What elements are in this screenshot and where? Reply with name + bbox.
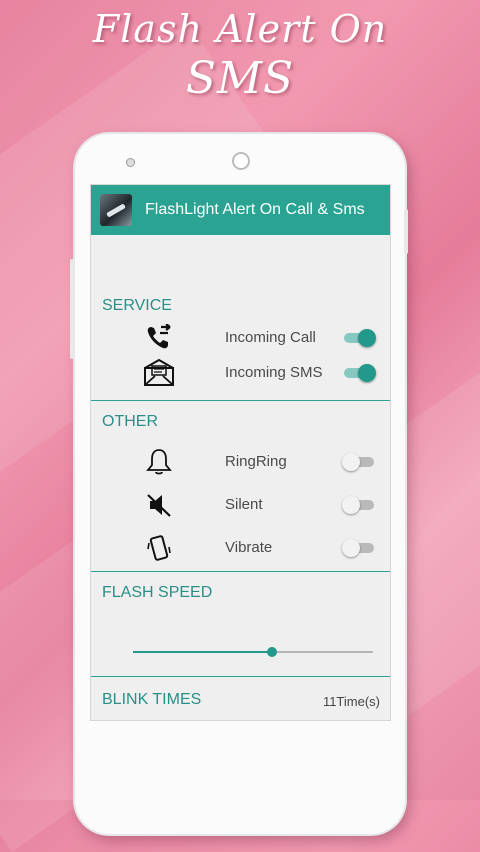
setting-label: Vibrate <box>225 539 273 556</box>
muted-speaker-icon <box>143 490 175 520</box>
section-header-service: SERVICE <box>102 297 172 314</box>
setting-row-ringring[interactable]: RingRing <box>91 445 390 479</box>
app-title: FlashLight Alert On Call & Sms <box>145 201 365 218</box>
ringring-toggle[interactable] <box>342 453 376 471</box>
phone-side-button <box>404 209 408 254</box>
setting-row-silent[interactable]: Silent <box>91 488 390 522</box>
setting-label: Silent <box>225 496 263 513</box>
app-logo-icon <box>100 194 132 226</box>
section-header-other: OTHER <box>102 413 158 430</box>
silent-toggle[interactable] <box>342 496 376 514</box>
toggle-thumb <box>358 364 376 382</box>
section-divider <box>91 676 390 677</box>
flash-speed-slider[interactable] <box>133 647 373 657</box>
setting-row-incoming-sms[interactable]: Incoming SMS <box>91 356 390 390</box>
bell-icon <box>143 447 175 477</box>
app-screen: FlashLight Alert On Call & Sms SERVICE I… <box>90 184 391 721</box>
toggle-thumb <box>342 496 360 514</box>
slider-thumb[interactable] <box>267 647 278 657</box>
setting-label: Incoming SMS <box>225 364 323 381</box>
setting-label: RingRing <box>225 453 287 470</box>
toggle-thumb <box>342 539 360 557</box>
phone-sensor <box>126 158 135 167</box>
phone-side-button <box>70 259 74 359</box>
toggle-thumb <box>342 453 360 471</box>
vibrate-phone-icon <box>143 533 175 563</box>
section-divider <box>91 400 390 401</box>
vibrate-toggle[interactable] <box>342 539 376 557</box>
phone-call-icon <box>143 323 175 353</box>
blink-times-value: 11Time(s) <box>322 694 380 709</box>
setting-row-incoming-call[interactable]: Incoming Call <box>91 321 390 355</box>
envelope-icon <box>143 358 175 388</box>
slider-fill <box>133 651 273 653</box>
setting-label: Incoming Call <box>225 329 316 346</box>
phone-frame: FlashLight Alert On Call & Sms SERVICE I… <box>70 134 408 834</box>
incoming-call-toggle[interactable] <box>344 329 376 347</box>
setting-row-blink-times[interactable]: BLINK TIMES 11Time(s) <box>91 691 390 709</box>
promo-title-line1: Flash Alert On <box>92 7 388 51</box>
promo-title-line2: SMS <box>185 53 295 104</box>
phone-camera <box>232 152 250 170</box>
section-divider <box>91 571 390 572</box>
incoming-sms-toggle[interactable] <box>344 364 376 382</box>
setting-row-vibrate[interactable]: Vibrate <box>91 531 390 565</box>
app-bar: FlashLight Alert On Call & Sms <box>91 185 390 235</box>
toggle-thumb <box>358 329 376 347</box>
section-header-flash-speed: FLASH SPEED <box>102 584 213 601</box>
promo-title: Flash Alert On SMS <box>0 4 480 104</box>
